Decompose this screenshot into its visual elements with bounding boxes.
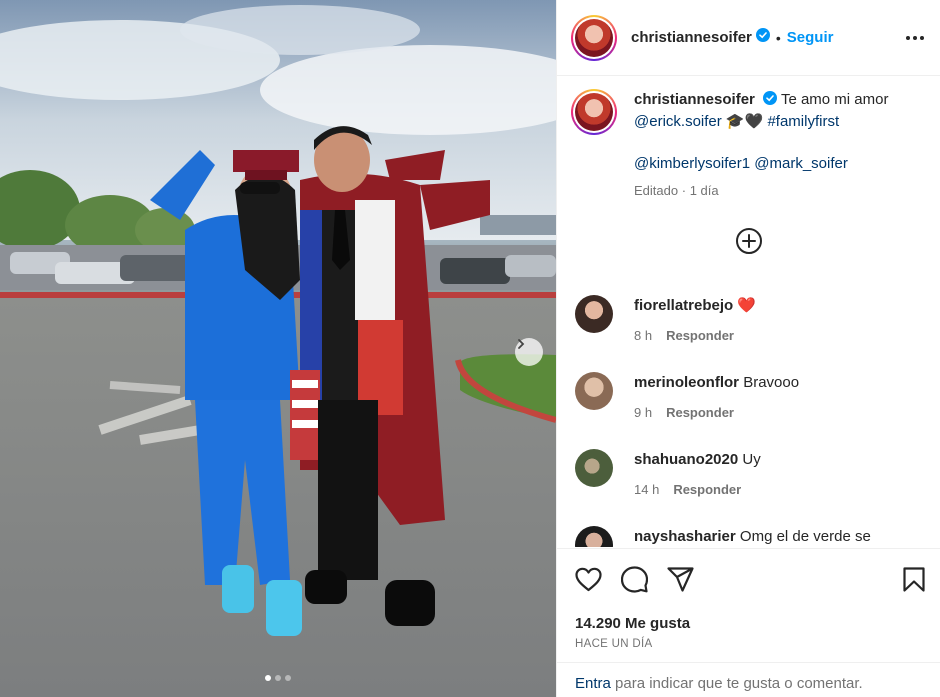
- caption-mention[interactable]: @erick.soifer: [634, 113, 722, 130]
- reply-button[interactable]: Responder: [666, 328, 734, 343]
- caption-avatar[interactable]: [571, 89, 617, 135]
- comment-item: shahuano2020 Uy 14 h Responder: [557, 449, 940, 500]
- comment-username[interactable]: fiorellatrebejo: [634, 297, 733, 314]
- comment-bubble-icon[interactable]: [621, 565, 648, 593]
- verified-badge-icon: [755, 28, 770, 47]
- comment-item: nayshasharier Omg el de verde se: [557, 526, 940, 547]
- header-separator: •: [775, 29, 781, 46]
- reply-button[interactable]: Responder: [673, 482, 741, 497]
- follow-button[interactable]: Seguir: [787, 29, 834, 46]
- comment-time: 9 h: [634, 405, 653, 420]
- edited-time: 1 día: [689, 182, 719, 198]
- load-more-comments-button[interactable]: [557, 227, 940, 255]
- carousel-dot: [275, 675, 281, 681]
- post-caption: christiannesoifer Te amo mi amor @erick.…: [557, 77, 940, 201]
- comments-list[interactable]: christiannesoifer Te amo mi amor @erick.…: [557, 77, 940, 547]
- caption-hashtag[interactable]: #familyfirst: [767, 113, 839, 130]
- caption-meta: Editado · 1 día: [634, 182, 719, 198]
- carousel-indicator: [0, 675, 556, 681]
- bookmark-save-icon[interactable]: [903, 566, 925, 592]
- comment-text: Uy: [742, 451, 761, 468]
- post-header: christiannesoifer • Seguir: [557, 0, 940, 76]
- edited-label: Editado: [634, 182, 679, 198]
- carousel-dot: [285, 675, 291, 681]
- author-username[interactable]: christiannesoifer: [631, 29, 752, 46]
- post-side-panel: christiannesoifer • Seguir christianneso…: [556, 0, 940, 697]
- comment-item: merinoleonflor Bravooo 9 h Responder: [557, 372, 940, 423]
- comment-item: fiorellatrebejo ❤️ 8 h Responder: [557, 295, 940, 346]
- caption-text: Te amo mi amor: [780, 91, 889, 108]
- caption-mention[interactable]: @kimberlysoifer1: [634, 155, 750, 172]
- post-timestamp[interactable]: HACE UN DÍA: [575, 638, 925, 650]
- caption-emoji: 🎓🖤: [725, 112, 764, 130]
- like-count[interactable]: 14.290 Me gusta: [575, 615, 925, 632]
- share-paper-plane-icon[interactable]: [667, 566, 694, 592]
- post-actions: 14.290 Me gusta HACE UN DÍA: [557, 548, 940, 650]
- caption-username[interactable]: christiannesoifer: [634, 91, 755, 108]
- author-avatar[interactable]: [571, 14, 617, 61]
- caption-mention[interactable]: @mark_soifer: [754, 155, 848, 172]
- comment-text: ❤️: [737, 297, 757, 314]
- commenter-avatar[interactable]: [575, 295, 613, 333]
- login-link[interactable]: Entra: [575, 675, 611, 692]
- comment-username[interactable]: nayshasharier: [634, 528, 736, 545]
- like-heart-icon[interactable]: [575, 567, 602, 592]
- comment-text: Omg el de verde se: [739, 528, 871, 545]
- comment-login-prompt: Entra para indicar que te gusta o coment…: [557, 662, 940, 697]
- plus-circle-icon: [736, 227, 762, 254]
- more-options-icon[interactable]: [906, 35, 924, 40]
- post-photo[interactable]: [0, 0, 556, 697]
- commenter-avatar[interactable]: [575, 372, 613, 410]
- carousel-next-button[interactable]: [515, 338, 543, 366]
- comment-text: Bravooo: [743, 374, 800, 391]
- photo-illustration: [0, 0, 556, 697]
- comment-username[interactable]: merinoleonflor: [634, 374, 739, 391]
- comment-time: 14 h: [634, 482, 660, 497]
- carousel-dot: [265, 675, 271, 681]
- chevron-right-icon: [518, 339, 525, 349]
- login-prompt-text: para indicar que te gusta o comentar.: [615, 675, 863, 692]
- comment-username[interactable]: shahuano2020: [634, 451, 738, 468]
- commenter-avatar[interactable]: [575, 526, 613, 547]
- verified-badge-icon: [763, 90, 778, 111]
- reply-button[interactable]: Responder: [666, 405, 734, 420]
- comment-time: 8 h: [634, 328, 653, 343]
- commenter-avatar[interactable]: [575, 449, 613, 487]
